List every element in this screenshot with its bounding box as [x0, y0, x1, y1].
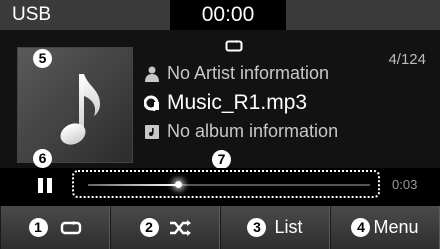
clock: 00:00 [201, 3, 255, 26]
song-title: Music_R1.mp3 [167, 91, 308, 114]
elapsed-time: 0:03 [392, 177, 418, 192]
song-title-icon [143, 94, 161, 112]
list-label: List [274, 217, 303, 237]
repeat-icon [60, 220, 81, 234]
control-bar: 1 2 3 List 4 Menu [0, 206, 440, 249]
menu-button[interactable]: 4 Menu [330, 206, 440, 249]
list-button[interactable]: 3 List [220, 206, 330, 249]
source-label: USB [12, 4, 52, 25]
seek-bar[interactable] [72, 170, 380, 198]
callout-7: 7 [212, 150, 231, 169]
callout-3: 3 [247, 218, 267, 237]
seek-fill [88, 184, 179, 186]
callout-5: 5 [33, 49, 52, 68]
shuffle-button[interactable]: 2 [110, 206, 220, 249]
clock-box: 00:00 [170, 0, 286, 30]
callout-2: 2 [139, 218, 159, 237]
callout-1: 1 [28, 218, 48, 237]
media-player-screen: USB 00:00 4/124 No Artist information Mu… [0, 0, 440, 249]
now-playing-panel: 4/124 No Artist information Music_R1.mp3 [0, 30, 440, 169]
progress-row: 0:03 [0, 168, 440, 203]
callout-4: 4 [351, 218, 371, 237]
track-count: 4/124 [388, 51, 426, 68]
album-icon [143, 123, 161, 141]
repeat-button[interactable]: 1 [0, 206, 110, 249]
callout-6: 6 [33, 149, 52, 168]
seek-knob[interactable] [175, 181, 183, 188]
seek-track [88, 181, 370, 188]
pause-icon[interactable] [38, 178, 52, 193]
title-row: Music_R1.mp3 [143, 91, 307, 115]
album-row: No album information [143, 121, 338, 142]
artist-row: No Artist information [143, 63, 329, 84]
artist-name: No Artist information [167, 63, 330, 83]
shuffle-icon [169, 219, 191, 236]
artist-icon [143, 65, 161, 83]
status-bar: USB 00:00 [0, 0, 440, 30]
album-name: No album information [167, 121, 339, 141]
menu-label: Menu [373, 217, 419, 237]
repeat-indicator-icon [225, 40, 243, 52]
